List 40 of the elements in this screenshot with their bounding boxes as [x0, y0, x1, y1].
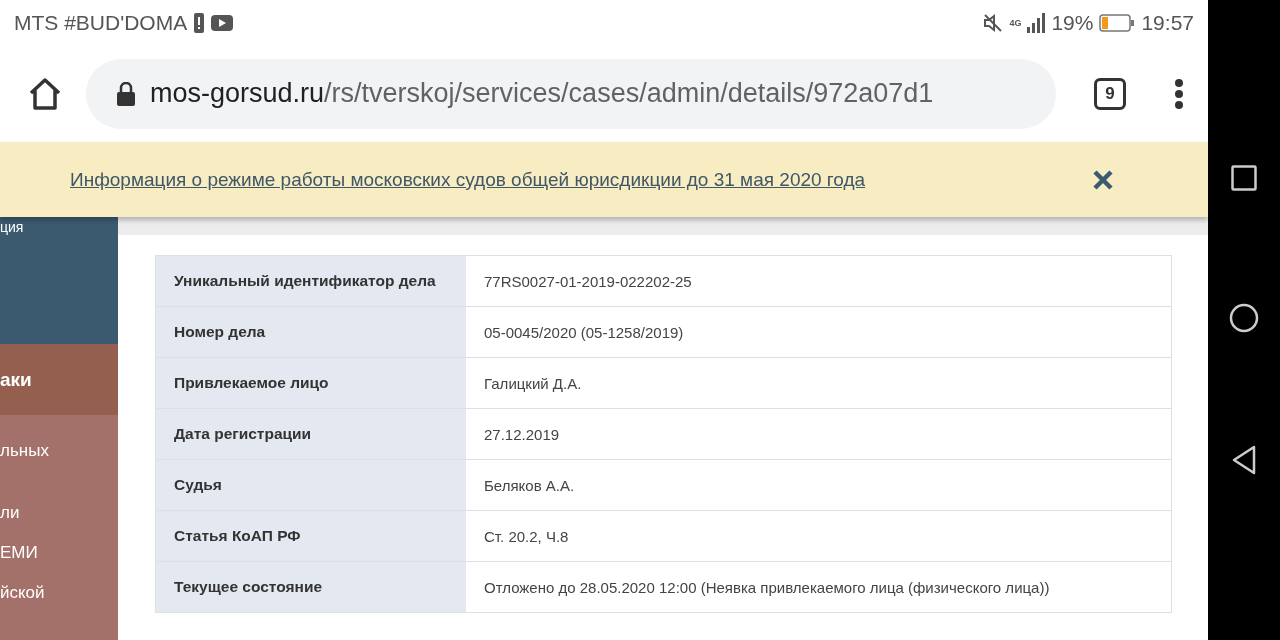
- tab-count-button[interactable]: 9: [1094, 77, 1126, 110]
- circle-icon: [1229, 303, 1259, 333]
- sidebar-link[interactable]: ция: [0, 219, 24, 235]
- back-icon: [1231, 445, 1257, 475]
- field-label: Статья КоАП РФ: [156, 511, 466, 561]
- url-text: mos-gorsud.ru/rs/tverskoj/services/cases/admin/details/972a07d1: [150, 78, 934, 109]
- home-icon: [28, 76, 62, 111]
- field-label: Уникальный идентификатор дела: [156, 256, 466, 306]
- battery-icon: [1099, 13, 1136, 32]
- alert-icon: [193, 12, 206, 33]
- field-label: Текущее состояние: [156, 562, 466, 612]
- address-bar[interactable]: mos-gorsud.ru/rs/tverskoj/services/cases/admin/details/972a07d1: [86, 58, 1056, 129]
- field-value: 77RS0027-01-2019-022202-25: [483, 271, 693, 292]
- field-value: 27.12.2019: [483, 424, 561, 445]
- signal-icon: [1027, 12, 1046, 33]
- field-label: Дата регистрации: [156, 409, 466, 459]
- field-label: Номер дела: [156, 307, 466, 357]
- sidebar-link[interactable]: ли: [0, 503, 20, 523]
- field-label: Судья: [156, 460, 466, 510]
- field-label: Привлекаемое лицо: [156, 358, 466, 408]
- field-value: 05-0045/2020 (05-1258/2019): [483, 322, 685, 343]
- battery-percent: 19%: [1051, 10, 1094, 35]
- lock-icon: [116, 81, 136, 106]
- field-value: Отложено до 28.05.2020 12:00 (Неявка привлекаемого лица (физического лица)): [483, 577, 1051, 598]
- field-value: Беляков А.А.: [483, 475, 576, 496]
- sidebar-link[interactable]: льных: [0, 441, 49, 461]
- carrier-name: MTS #BUD'DOMA: [14, 10, 188, 35]
- square-icon: [1231, 165, 1257, 191]
- mute-icon: [983, 12, 1004, 33]
- clock-time: 19:57: [1141, 10, 1194, 35]
- sidebar-link[interactable]: ЕМИ: [0, 543, 38, 563]
- field-value: Галицкий Д.А.: [483, 373, 583, 394]
- close-icon: [1092, 168, 1114, 191]
- sidebar-link[interactable]: йской: [0, 583, 45, 603]
- notice-link[interactable]: Информация о режиме работы московских судов общей юрисдикции до 31 мая 2020 года: [70, 168, 866, 191]
- sidebar-heading: аки: [0, 368, 32, 391]
- video-icon: [211, 14, 234, 31]
- network-label: 4G: [1009, 17, 1022, 28]
- field-value: Ст. 20.2, Ч.8: [483, 526, 570, 547]
- menu-icon: [1174, 77, 1184, 110]
